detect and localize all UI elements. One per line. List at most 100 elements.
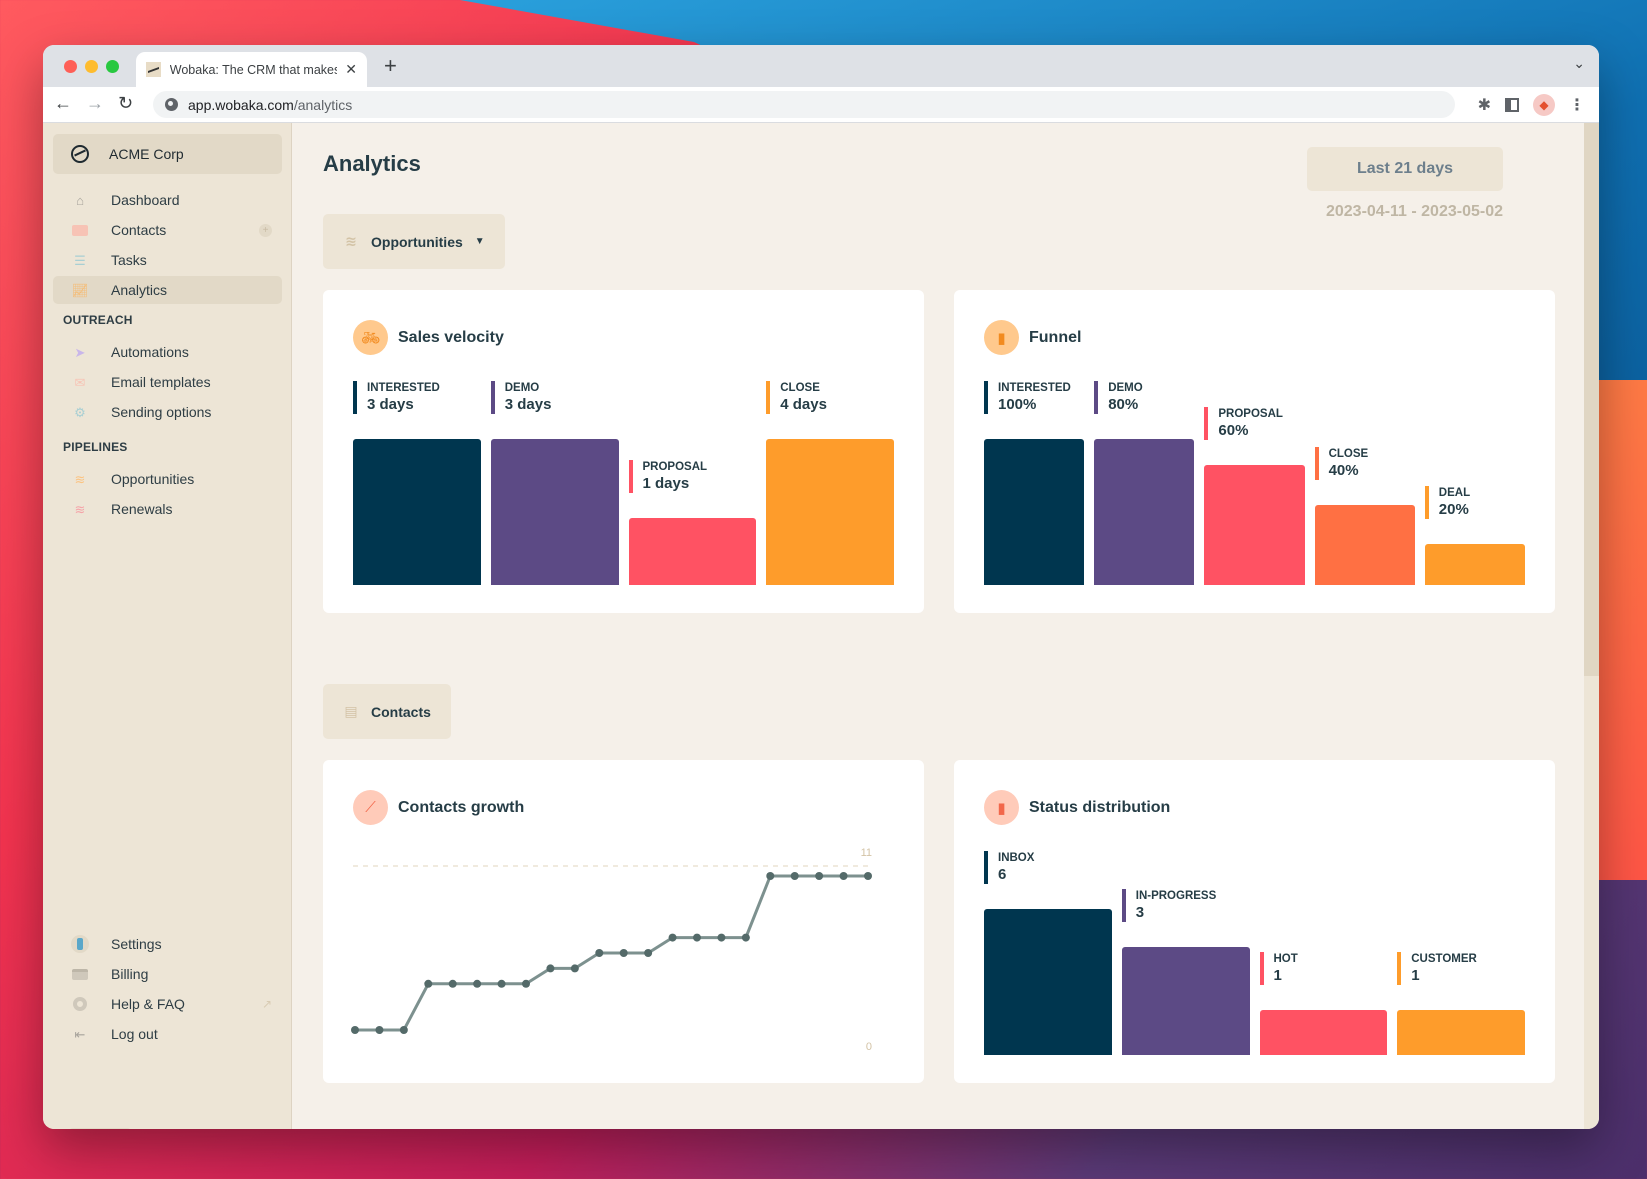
scrollbar-thumb[interactable]: [1584, 123, 1599, 676]
data-point[interactable]: [424, 979, 433, 988]
bar-value-label: 40%: [1328, 462, 1359, 479]
forward-arrow-icon[interactable]: →: [86, 93, 104, 114]
bar-deal: [1424, 544, 1525, 585]
sidebar-item-help[interactable]: Help & FAQ ↗: [53, 990, 282, 1018]
sidebar-item-logout[interactable]: ⇤ Log out: [53, 1020, 282, 1048]
maximize-window-button[interactable]: [106, 60, 119, 73]
sidebar-item-analytics[interactable]: 📈︎ Analytics: [53, 276, 282, 304]
add-contact-button[interactable]: +: [259, 223, 272, 237]
bar-value-label: 100%: [998, 396, 1037, 413]
bar-value-label: 80%: [1108, 396, 1139, 413]
url-input[interactable]: app.wobaka.com/analytics: [153, 91, 1455, 118]
pipeline-select-button[interactable]: ≋ Opportunities ▼: [323, 214, 505, 269]
card-title: Status distribution: [1029, 798, 1171, 816]
checklist-icon: ☰: [74, 252, 86, 268]
data-point[interactable]: [448, 979, 457, 988]
bar-inbox: [984, 909, 1112, 1055]
date-range-button[interactable]: Last 21 days: [1307, 147, 1503, 191]
bar-label: CUSTOMER 1: [1397, 952, 1477, 985]
contact-card-icon: ▤: [344, 703, 358, 719]
data-point[interactable]: [522, 979, 530, 988]
pipeline-select-label: Opportunities: [371, 233, 463, 250]
more-vertical-icon[interactable]: ⋮: [1569, 95, 1585, 115]
sidebar-item-automations[interactable]: ➤ Automations: [53, 338, 282, 366]
browser-toolbar-icons: ✱ ◆ ⋮: [1478, 87, 1599, 123]
bar-category-label: CLOSE: [1328, 448, 1369, 460]
sidebar-item-sending-options[interactable]: ⚙ Sending options: [53, 398, 282, 426]
data-point[interactable]: [546, 964, 555, 973]
side-panel-icon[interactable]: [1505, 98, 1519, 112]
data-point[interactable]: [766, 872, 775, 880]
lifebuoy-icon: [71, 997, 89, 1011]
bar-category-label: PROPOSAL: [1218, 408, 1283, 420]
extensions-puzzle-icon[interactable]: ✱: [1478, 95, 1491, 115]
back-arrow-icon[interactable]: ←: [54, 93, 72, 114]
bar-label: PROPOSAL 60%: [1204, 407, 1283, 440]
data-point[interactable]: [668, 933, 677, 942]
url-path: /analytics: [293, 96, 353, 113]
sidebar-item-billing[interactable]: Billing: [53, 960, 282, 988]
sidebar-item-label: Help & FAQ: [111, 996, 185, 1012]
browser-tab[interactable]: Wobaka: The CRM that makes you ✕: [136, 52, 367, 87]
data-point[interactable]: [741, 933, 750, 942]
data-point[interactable]: [473, 979, 482, 988]
sidebar-item-label: Automations: [111, 344, 189, 360]
data-point[interactable]: [399, 1026, 408, 1034]
contacts-section-button[interactable]: ▤ Contacts: [323, 684, 451, 739]
close-window-button[interactable]: [64, 60, 77, 73]
bar-category-label: DEMO: [504, 382, 540, 394]
reload-icon[interactable]: ↻: [118, 93, 133, 114]
contacts-growth-svg: 11 0: [351, 847, 872, 1053]
url-host: app.wobaka.com: [188, 96, 294, 113]
data-point[interactable]: [839, 872, 848, 880]
status-distribution-chart: INBOX 6 IN-PROGRESS 3 HOT 1 CUSTOMER 1: [984, 851, 1525, 1055]
sidebar-item-label: Opportunities: [111, 471, 195, 487]
data-point[interactable]: [375, 1026, 384, 1034]
org-name: ACME Corp: [109, 146, 184, 162]
new-tab-icon[interactable]: +: [384, 53, 397, 79]
data-point[interactable]: [619, 949, 628, 957]
date-range-text: 2023-04-11 - 2023-05-02: [1325, 203, 1503, 220]
scrollbar[interactable]: [1584, 123, 1599, 1129]
bar-close: [766, 439, 894, 585]
section-title-outreach: OUTREACH: [63, 313, 133, 327]
sidebar-item-contacts[interactable]: Contacts +: [53, 216, 282, 244]
data-point[interactable]: [644, 949, 653, 957]
sidebar-item-label: Renewals: [111, 501, 173, 517]
data-point[interactable]: [693, 933, 701, 942]
bar-category-label: PROPOSAL: [642, 461, 708, 473]
bar-value-label: 1: [1411, 967, 1420, 984]
data-point[interactable]: [351, 1026, 359, 1034]
data-point[interactable]: [595, 949, 604, 957]
bar-label: PROPOSAL 1 days: [628, 460, 708, 493]
funnel-card: ▮ Funnel INTERESTED 100% DEMO 80% PROPOSAL 60…: [954, 290, 1555, 613]
sidebar-item-label: Tasks: [111, 252, 147, 268]
profile-avatar-icon[interactable]: ◆: [1533, 94, 1555, 116]
data-point[interactable]: [497, 979, 506, 988]
data-point[interactable]: [815, 872, 824, 880]
card-title: Sales velocity: [398, 328, 504, 346]
bar-value-label: 6: [998, 866, 1007, 883]
close-tab-icon[interactable]: ✕: [345, 61, 357, 78]
sidebar-item-email-templates[interactable]: ✉ Email templates: [53, 368, 282, 396]
minimize-window-button[interactable]: [85, 60, 98, 73]
bar-value-label: 1: [1273, 967, 1282, 984]
sidebar-item-tasks[interactable]: ☰ Tasks: [53, 246, 282, 274]
sidebar-item-renewals[interactable]: ≋ Renewals: [53, 495, 282, 523]
sidebar-item-opportunities[interactable]: ≋ Opportunities: [53, 465, 282, 493]
sidebar-item-dashboard[interactable]: ⌂ Dashboard: [53, 186, 282, 214]
status-distribution-card: ▮ Status distribution INBOX 6 IN-PROGRESS 3…: [954, 760, 1555, 1083]
sidebar-item-label: Analytics: [111, 282, 168, 298]
sidebar-item-settings[interactable]: Settings: [53, 930, 282, 958]
y-tick-max: 11: [861, 847, 872, 859]
data-point[interactable]: [790, 872, 799, 880]
bar-label: CLOSE 40%: [1314, 447, 1369, 480]
data-point[interactable]: [717, 933, 726, 942]
data-point[interactable]: [570, 964, 579, 973]
org-switcher[interactable]: ACME Corp: [53, 134, 282, 174]
bar-interested: [984, 439, 1085, 585]
chevron-down-icon[interactable]: ⌄: [1573, 55, 1585, 72]
data-point[interactable]: [864, 872, 872, 880]
contact-card-icon: [71, 223, 89, 237]
sidebar-item-label: Contacts: [111, 222, 167, 238]
